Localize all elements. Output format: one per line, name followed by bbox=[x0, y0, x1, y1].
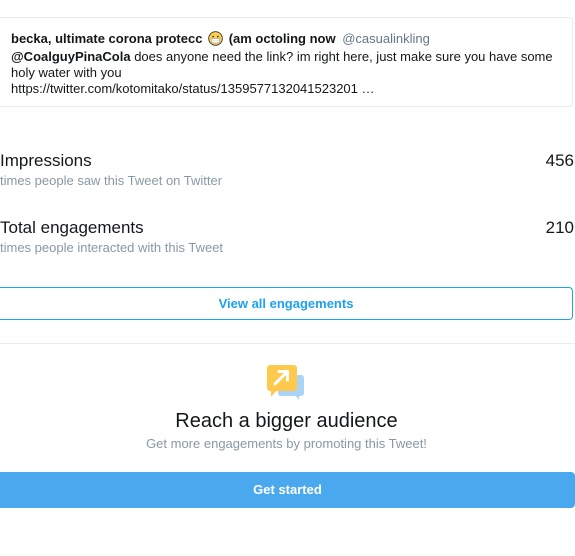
get-started-button[interactable]: Get started bbox=[0, 472, 575, 508]
tweet-header: becka, ultimate corona protecc (am octol… bbox=[11, 31, 430, 50]
promote-heading: Reach a bigger audience bbox=[175, 410, 398, 432]
promote-subtext: Get more engagements by promoting this T… bbox=[146, 436, 427, 451]
tweet-analytics-panel: becka, ultimate corona protecc (am octol… bbox=[0, 0, 575, 556]
engagements-value: 210 bbox=[545, 218, 574, 237]
face-with-medical-mask-icon bbox=[208, 31, 223, 50]
author-name[interactable]: becka, ultimate corona protecc bbox=[11, 31, 202, 46]
impressions-description: times people saw this Tweet on Twitter bbox=[0, 173, 223, 188]
tweet-link[interactable]: https://twitter.com/kotomitako/status/13… bbox=[11, 81, 375, 96]
author-handle[interactable]: @casualinkling bbox=[342, 31, 430, 46]
section-divider bbox=[0, 343, 575, 344]
engagements-title: Total engagements bbox=[0, 218, 144, 237]
tweet-text: @CoalguyPinaCola does anyone need the li… bbox=[11, 49, 563, 97]
impressions-value: 456 bbox=[545, 151, 574, 170]
mention-link[interactable]: @CoalguyPinaCola bbox=[11, 49, 131, 64]
impressions-metric: Impressions 456 times people saw this Tw… bbox=[0, 151, 575, 195]
impressions-title: Impressions bbox=[0, 151, 92, 170]
tweet-card[interactable]: becka, ultimate corona protecc (am octol… bbox=[0, 17, 573, 107]
engagements-description: times people interacted with this Tweet bbox=[0, 240, 224, 255]
promote-icon bbox=[265, 363, 307, 401]
engagements-metric: Total engagements 210 times people inter… bbox=[0, 218, 575, 262]
author-name-suffix: (am octoling now bbox=[228, 31, 336, 46]
view-all-engagements-button[interactable]: View all engagements bbox=[0, 287, 573, 320]
